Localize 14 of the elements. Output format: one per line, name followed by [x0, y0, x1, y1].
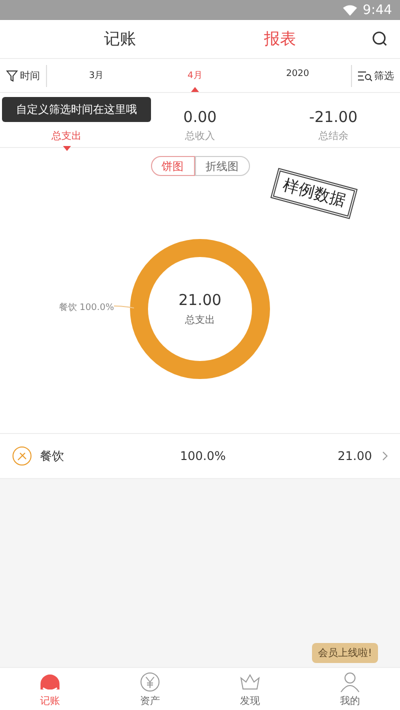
tooltip: 自定义筛选时间在这里哦	[2, 97, 151, 122]
slice-label: 餐饮 100.0%	[58, 302, 114, 314]
category-percent: 100.0%	[180, 449, 227, 463]
summary-label: 总支出	[52, 130, 82, 143]
donut-center-value: 21.00	[178, 291, 222, 309]
sample-data-stamp: 样例数据	[270, 168, 358, 220]
donut-center-label: 总支出	[185, 314, 215, 327]
category-amount: 21.00	[338, 449, 372, 463]
summary-value: 0.00	[183, 108, 217, 126]
category-name: 餐饮	[40, 448, 65, 464]
summary-label: 总收入	[184, 130, 215, 143]
status-time: 9:44	[362, 2, 392, 18]
summary-label: 总结余	[318, 130, 348, 143]
summary-value: -21.00	[309, 108, 358, 126]
